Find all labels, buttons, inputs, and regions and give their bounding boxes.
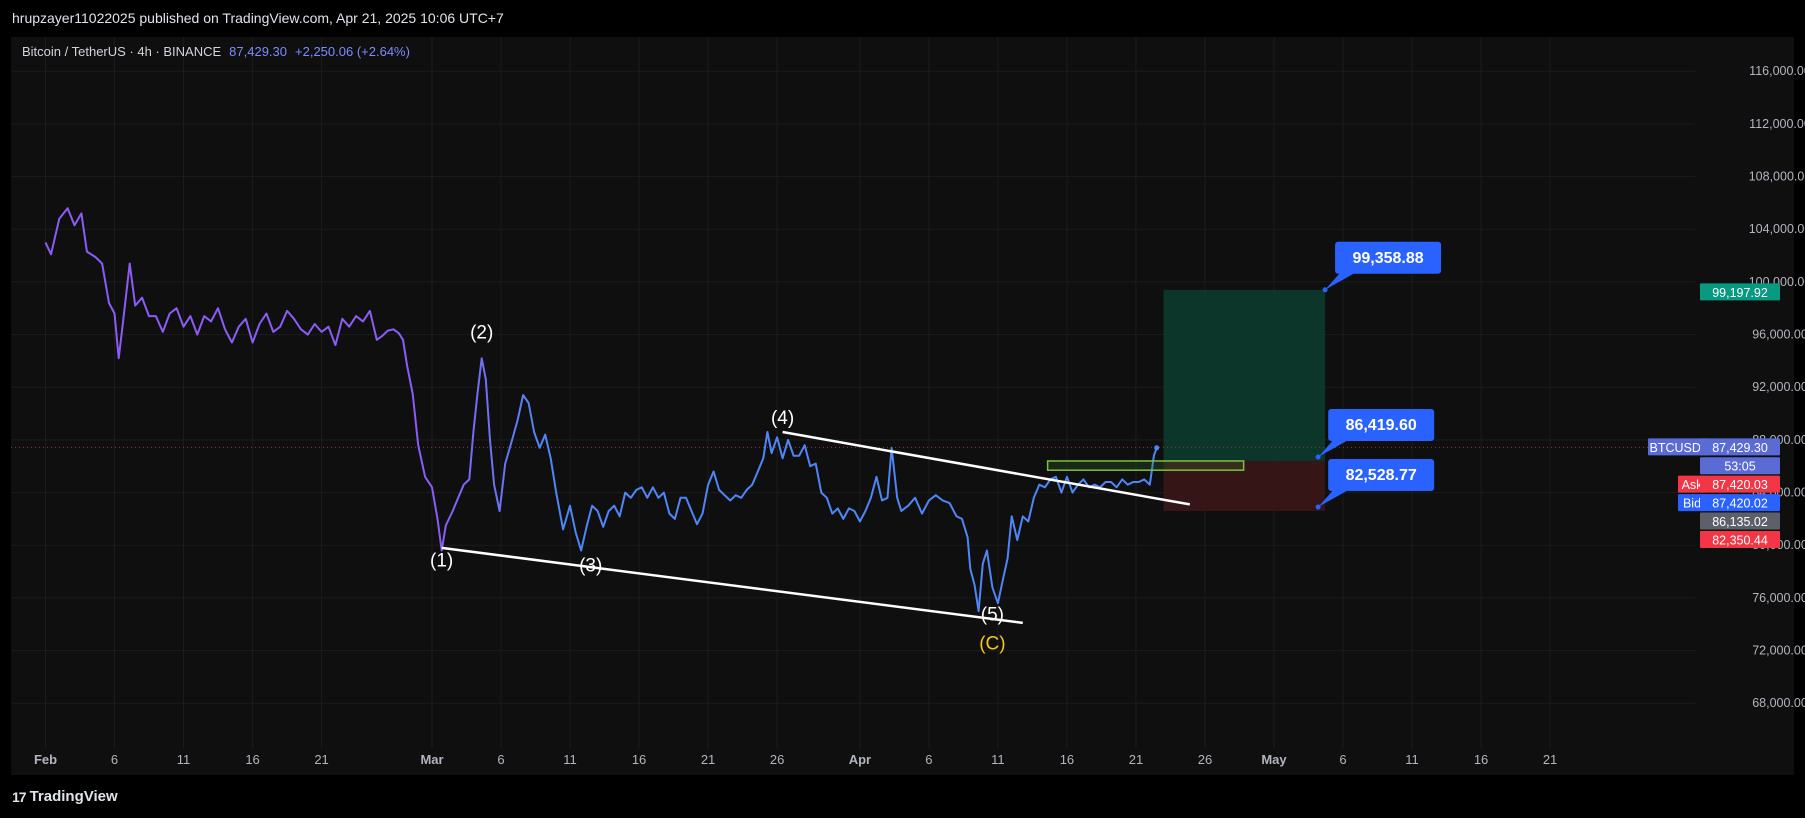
last-price: 87,429.30 [229,44,288,59]
time-tick-label: 6 [497,752,504,767]
time-tick-label: 11 [1405,752,1419,767]
time-tick-label: 21 [1129,752,1143,767]
tradingview-label: TradingView [29,788,118,805]
price-chart[interactable]: (1) (2) (3) (4) (5) (C) 99,358.88 86,419.60 82,5… [0,0,1805,818]
callout-label: 82,528.77 [1346,467,1417,484]
time-tick-label: 11 [991,752,1005,767]
time-tick-label: 21 [314,752,328,767]
price-tick-label: 76,000.00 [1752,591,1805,605]
time-tick-label: 26 [1198,752,1212,767]
time-tick-label: 21 [701,752,715,767]
price-axis-tag-label: 53:05 [1724,460,1755,474]
price-axis-tag-label: 99,197.92 [1712,286,1768,300]
price-axis-tag-label: 87,420.02 [1712,497,1768,511]
target-zone [1163,289,1326,461]
time-axis: Feb 6 11 16 21 Mar 6 11 16 21 26 Apr 6 11 16 21 26 May 6 11… [34,752,1557,767]
time-tick-label: 6 [111,752,118,767]
callout-label: 86,419.60 [1346,417,1417,434]
price-axis-tag-label: 86,135.02 [1712,515,1768,529]
price-tick-label: 92,000.00 [1752,380,1805,394]
time-tick-label: 16 [632,752,646,767]
price-axis-tag-label: Ask [1682,478,1704,492]
callout-anchor [1315,454,1321,460]
price-callout: 86,419.60 [1315,409,1435,460]
wave-label: (4) [771,408,794,429]
time-tick-label: Mar [420,752,443,767]
time-tick-label: 11 [177,752,191,767]
time-tick-label: 26 [770,752,784,767]
time-tick-label: Apr [849,752,871,767]
price-callout: 99,358.88 [1322,241,1442,293]
time-tick-label: 16 [1060,752,1074,767]
price-tick-label: 68,000.00 [1752,696,1805,710]
price-tick-label: 96,000.00 [1752,328,1805,342]
price-tick-label: 108,000.00 [1749,170,1805,184]
time-tick-label: 16 [245,752,259,767]
grid-lines [11,37,1695,748]
time-tick-label: Feb [34,752,57,767]
tradingview-logo[interactable]: 17 TradingView [12,788,118,805]
time-tick-label: 21 [1543,752,1557,767]
price-axis-tag-label: 82,350.44 [1712,533,1768,547]
wave-label: (1) [430,550,453,571]
price-tick-label: 116,000.00 [1749,64,1805,78]
wave-label-c: (C) [979,633,1005,654]
price-tick-label: 112,000.00 [1749,117,1805,131]
callout-label: 99,358.88 [1352,250,1423,267]
symbol-name[interactable]: Bitcoin / TetherUS · 4h · BINANCE [22,44,221,59]
price-tick-label: 104,000.00 [1749,222,1805,236]
time-tick-label: 6 [925,752,932,767]
price-change: +2,250.06 (+2.64%) [295,44,410,59]
callout-anchor [1315,504,1321,510]
price-tick-label: 72,000.00 [1752,644,1805,658]
price-axis-tag-label: 87,420.03 [1712,478,1768,492]
callout-pointer [1325,271,1358,290]
time-tick-label: 16 [1474,752,1488,767]
time-tick-label: 6 [1339,752,1346,767]
time-tick-label: May [1261,752,1287,767]
last-price-dot [1154,445,1160,451]
trendline [441,546,1023,625]
wave-label: (3) [579,556,602,577]
price-line [44,207,1158,613]
price-callout: 82,528.77 [1315,459,1435,510]
wave-label: (5) [981,604,1004,625]
price-axis-tag-label: Bid [1683,497,1701,511]
price-axis-tag-label: 87,429.30 [1712,441,1768,455]
time-tick-label: 11 [563,752,577,767]
bottom-bar [0,776,1805,818]
wave-label: (2) [470,323,493,344]
tradingview-icon: 17 [12,788,27,805]
entry-box [1046,460,1245,471]
price-axis-tag-label: BTCUSDT [1649,441,1708,455]
callout-anchor [1322,287,1328,293]
symbol-info[interactable]: Bitcoin / TetherUS · 4h · BINANCE 87,429.… [22,44,410,59]
